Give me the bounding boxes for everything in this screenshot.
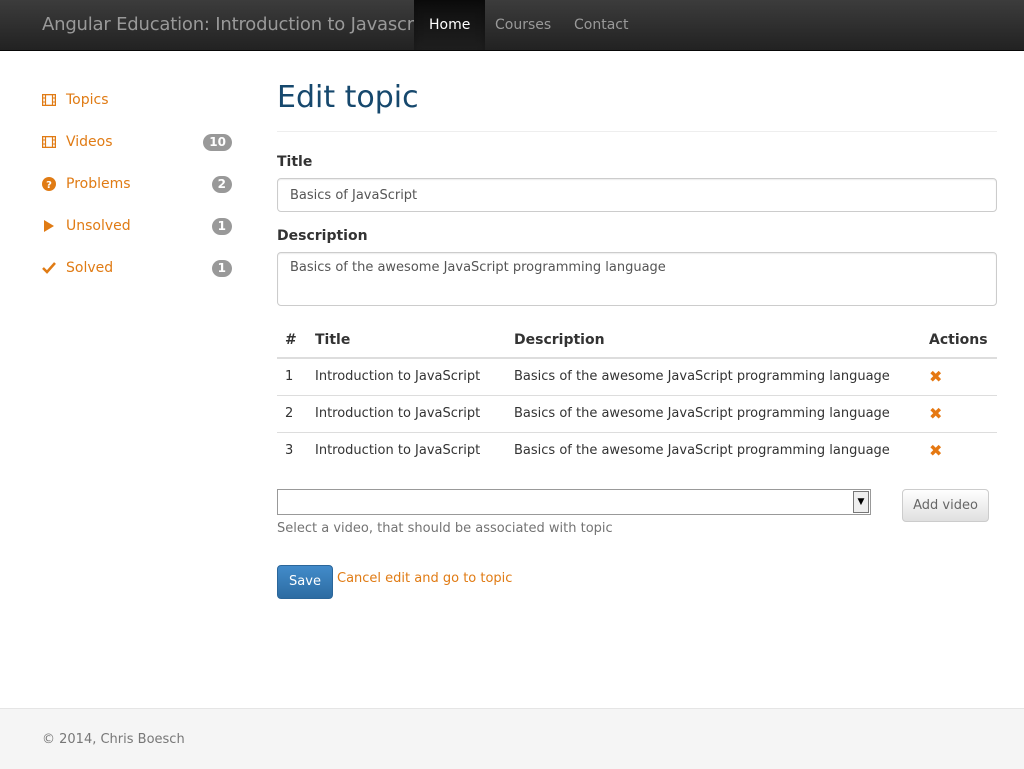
sidebar-item-label: Unsolved (66, 218, 131, 234)
row-title: Introduction to JavaScript (307, 431, 506, 469)
table-row: 2 Introduction to JavaScript Basics of t… (277, 394, 997, 432)
nav-contact[interactable]: Contact (559, 0, 643, 50)
videos-table: # Title Description Actions 1 Introducti… (277, 322, 997, 469)
film-icon (42, 93, 56, 107)
row-number: 1 (285, 369, 294, 385)
column-header-title: Title (307, 322, 506, 359)
sidebar-item-label: Problems (66, 176, 131, 192)
sidebar-item-videos[interactable]: Videos 10 (42, 130, 232, 154)
footer: © 2014, Chris Boesch (0, 708, 1024, 769)
dropdown-arrow-icon[interactable]: ▼ (853, 491, 869, 513)
table-row: 1 Introduction to JavaScript Basics of t… (277, 358, 997, 395)
brand-link[interactable]: Angular Education: Introduction to Javas… (42, 14, 437, 35)
sidebar-item-label: Topics (66, 92, 109, 108)
column-header-number: # (277, 322, 307, 359)
nav-courses[interactable]: Courses (480, 0, 566, 50)
description-field-label: Description (277, 228, 368, 244)
add-video-button[interactable]: Add video (902, 489, 989, 522)
top-navbar: Angular Education: Introduction to Javas… (0, 0, 1024, 51)
count-badge: 1 (211, 218, 232, 235)
sidebar-item-unsolved[interactable]: Unsolved 1 (42, 214, 232, 238)
count-badge: 10 (203, 134, 232, 151)
table-row: 3 Introduction to JavaScript Basics of t… (277, 431, 997, 469)
column-header-description: Description (506, 322, 921, 359)
checkmark-icon (42, 261, 56, 275)
cancel-edit-link[interactable]: Cancel edit and go to topic (337, 571, 512, 586)
title-field-label: Title (277, 154, 313, 170)
play-icon (42, 219, 56, 233)
row-description: Basics of the awesome JavaScript program… (506, 394, 921, 432)
copyright-text: © 2014, Chris Boesch (42, 732, 185, 747)
divider (277, 131, 997, 132)
description-textarea[interactable]: Basics of the awesome JavaScript program… (277, 252, 997, 306)
sidebar-item-problems[interactable]: ? Problems 2 (42, 172, 232, 196)
row-number: 3 (277, 431, 307, 469)
nav-home[interactable]: Home (414, 0, 486, 50)
count-badge: 2 (211, 176, 232, 193)
title-input[interactable] (277, 178, 997, 212)
film-icon (42, 135, 56, 149)
column-header-actions: Actions (921, 322, 997, 359)
sidebar-item-label: Videos (66, 134, 113, 150)
page-title: Edit topic (277, 80, 419, 115)
row-description: Basics of the awesome JavaScript program… (506, 431, 921, 469)
remove-icon[interactable]: ✖ (929, 404, 942, 423)
video-select-help: Select a video, that should be associate… (277, 521, 613, 536)
count-badge: 1 (211, 260, 232, 277)
row-title: Introduction to JavaScript (315, 369, 481, 385)
video-select[interactable]: ▼ (277, 489, 871, 515)
sidebar-item-topics[interactable]: Topics (42, 88, 232, 112)
row-number: 2 (277, 394, 307, 432)
sidebar-item-solved[interactable]: Solved 1 (42, 256, 232, 280)
save-button[interactable]: Save (277, 565, 333, 599)
row-title: Introduction to JavaScript (307, 394, 506, 432)
svg-text:?: ? (46, 180, 52, 191)
row-description: Basics of the awesome JavaScript program… (514, 369, 890, 385)
question-circle-icon: ? (42, 177, 56, 191)
remove-icon[interactable]: ✖ (929, 441, 942, 460)
table-header-row: # Title Description Actions (277, 322, 997, 359)
sidebar-item-label: Solved (66, 260, 114, 276)
remove-icon[interactable]: ✖ (929, 367, 942, 386)
